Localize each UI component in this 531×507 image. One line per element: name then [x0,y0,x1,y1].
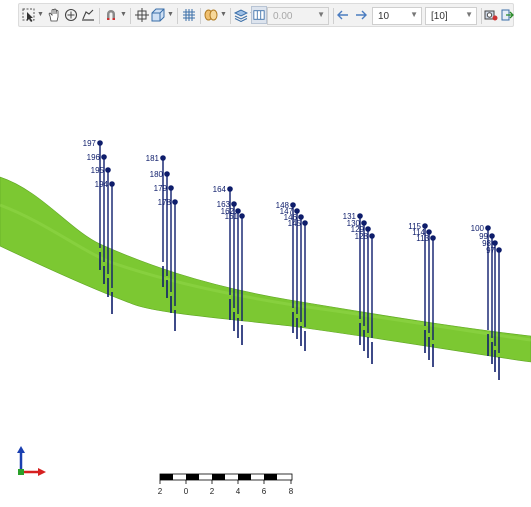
chevron-down-icon[interactable]: ▼ [120,9,127,21]
well-head-marker[interactable] [365,226,371,232]
well-head-marker[interactable] [231,201,237,207]
well-label: 181 [146,154,160,163]
arrow-right-icon[interactable] [353,6,369,24]
well-head-marker[interactable] [97,140,103,146]
well-head-marker[interactable] [369,233,375,239]
chevron-down-icon[interactable]: ▼ [37,9,44,21]
3d-viewport[interactable]: 1971961951941811801791781641631621611481… [0,0,531,507]
well-head-marker[interactable] [485,225,491,231]
export-view-icon[interactable] [499,6,515,24]
scale-tick-label: 4 [236,487,241,496]
scale-tick-label: 0 [184,487,189,496]
well-head-marker[interactable] [430,235,436,241]
well-head-marker[interactable] [160,155,166,161]
chevron-down-icon: ▼ [317,10,325,19]
measure-tool-icon[interactable] [80,6,96,24]
zoom-target-icon[interactable] [63,6,79,24]
chevron-down-icon[interactable]: ▼ [220,9,227,21]
arrow-left-icon[interactable] [335,6,351,24]
offset-value-field[interactable]: 0.00 ▼ [267,7,329,25]
well-label: 180 [150,170,164,179]
magnet-snap-icon[interactable] [103,6,119,24]
layers-stack-icon[interactable] [233,6,249,24]
well-label: 179 [154,184,168,193]
well-head-marker[interactable] [227,186,233,192]
layer-visibility-icon[interactable] [203,6,219,24]
well-label: 196 [87,153,101,162]
terrain-surface [0,176,531,363]
step-value: 10 [378,11,390,22]
scale-tick-label: 2 [158,487,163,496]
well-head-marker[interactable] [105,167,111,173]
well-label: 178 [158,198,172,207]
range-value: [10] [431,11,448,22]
well-label: 195 [91,166,105,175]
well-head-marker[interactable] [164,171,170,177]
well-label: 128 [355,232,369,241]
offset-value: 0.00 [273,11,293,22]
well-label: 194 [95,180,109,189]
well-label: 197 [83,139,97,148]
section-view-icon[interactable] [251,6,267,24]
well-head-marker[interactable] [239,213,245,219]
well-label: 113 [416,234,429,243]
well-head-marker[interactable] [357,213,363,219]
view-cube-icon[interactable] [150,6,166,24]
chevron-down-icon[interactable]: ▼ [167,9,174,21]
well-label: 161 [225,212,239,221]
well-head-marker[interactable] [492,240,498,246]
well-label: 164 [213,185,227,194]
well-head-marker[interactable] [489,233,495,239]
scale-tick-label: 8 [289,487,294,496]
range-select[interactable]: [10] ▼ [425,7,477,25]
well-head-marker[interactable] [109,181,115,187]
well-head-marker[interactable] [168,185,174,191]
crosshair-icon[interactable] [134,6,150,24]
well-head-marker[interactable] [172,199,178,205]
well-label: 97 [486,246,495,255]
pan-hand-icon[interactable] [46,6,62,24]
orientation-axes [17,446,46,476]
viewer-toolbar: ▼ ▼ ▼ ▼ ▼ 0.00 ▼ 10 [18,3,514,27]
select-pointer-icon[interactable] [21,6,37,24]
chevron-down-icon: ▼ [465,10,473,19]
well-head-marker[interactable] [101,154,107,160]
scale-tick-label: 6 [262,487,267,496]
grid-icon[interactable] [181,6,197,24]
well-head-marker[interactable] [496,247,502,253]
scale-tick-label: 2 [210,487,215,496]
well-head-marker[interactable] [302,220,308,226]
scale-bar: 2 0 2 4 6 8 [158,473,294,496]
step-select[interactable]: 10 ▼ [372,7,422,25]
camera-settings-icon[interactable] [483,6,499,24]
well-label: 145 [288,219,302,228]
chevron-down-icon: ▼ [410,10,418,19]
